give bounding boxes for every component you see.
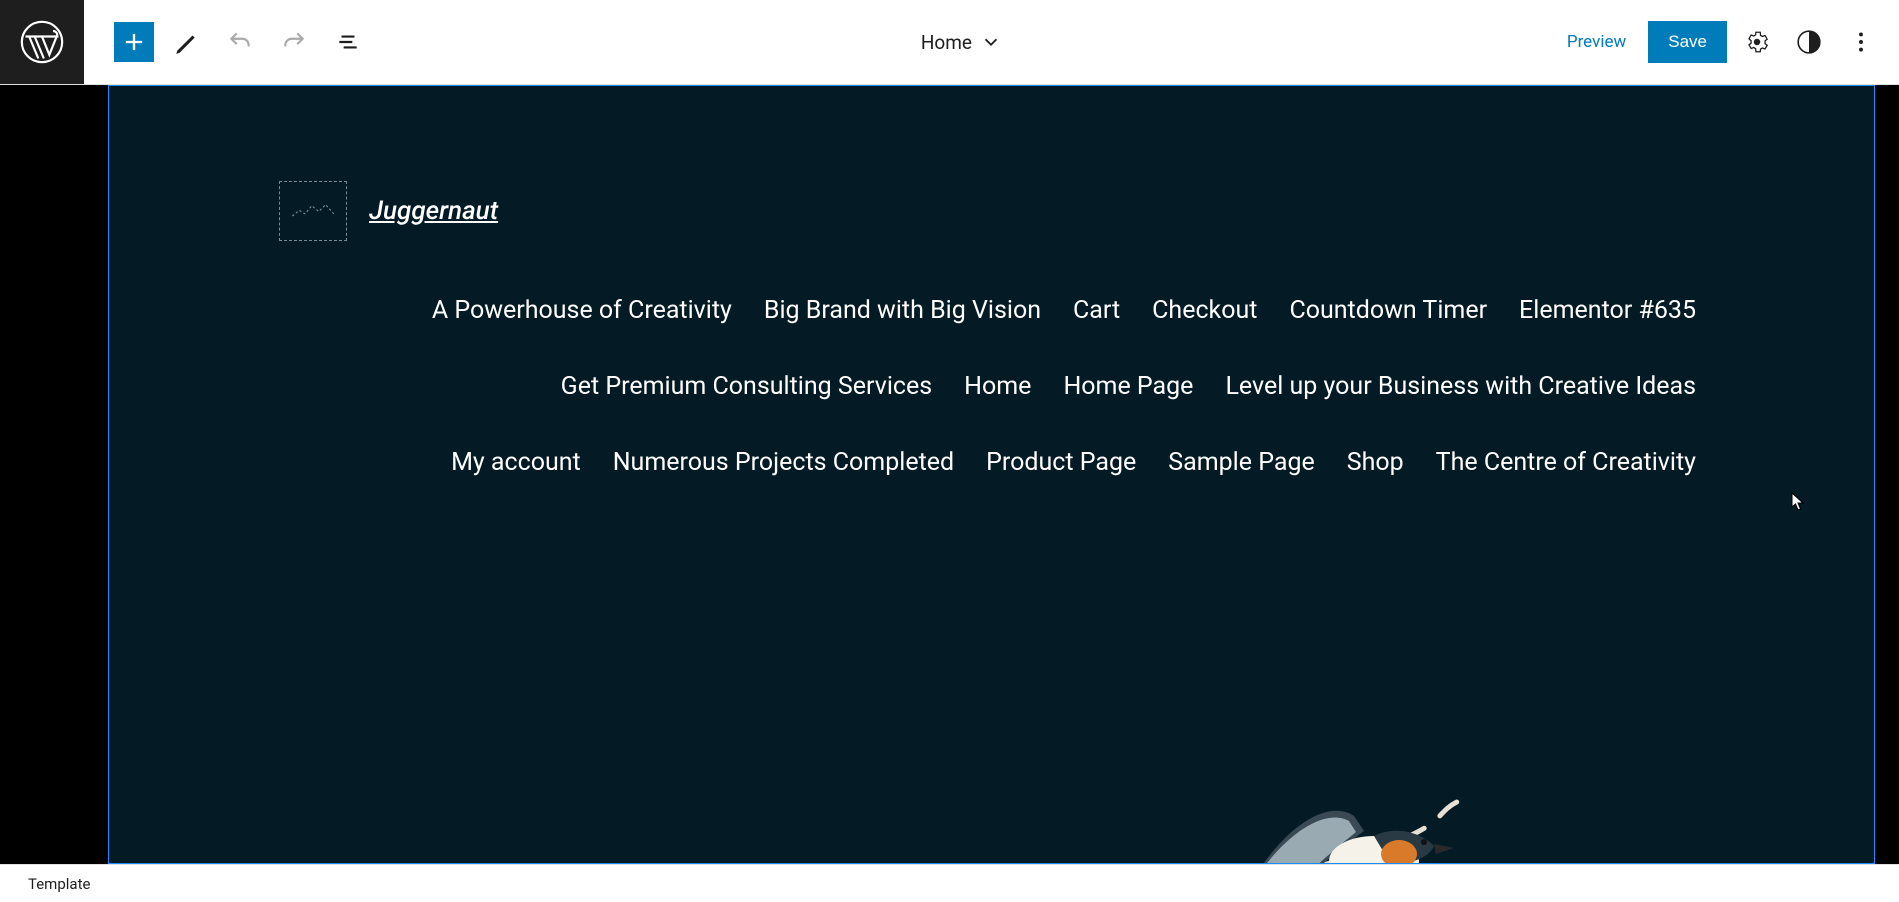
nav-item[interactable]: Level up your Business with Creative Ide… [1225,372,1696,402]
logo-row: Juggernaut [279,181,1826,241]
document-overview-button[interactable] [326,20,370,64]
nav-item[interactable]: Cart [1073,296,1120,326]
nav-item[interactable]: The Centre of Creativity [1436,448,1696,478]
dashed-path-icon [359,776,1724,864]
toolbar-left [84,20,370,64]
nav-item[interactable]: Checkout [1152,296,1257,326]
undo-button[interactable] [218,20,262,64]
nav-item[interactable]: Get Premium Consulting Services [561,372,932,402]
add-block-button[interactable] [114,22,154,62]
nav-item[interactable]: Elementor #635 [1519,296,1696,326]
chevron-down-icon [980,31,1002,53]
wordpress-logo[interactable] [0,0,84,84]
nav-item[interactable]: Shop [1347,448,1404,478]
breadcrumb[interactable]: Template [28,875,90,893]
nav-item[interactable]: Countdown Timer [1289,296,1487,326]
hero-graphic [359,776,1724,864]
document-title-label: Home [921,31,972,54]
editor-canvas[interactable]: Juggernaut A Powerhouse of Creativity Bi… [108,85,1875,864]
toolbar-right: Preview Save [1553,20,1899,64]
nav-item[interactable]: Home [964,372,1031,402]
options-button[interactable] [1839,20,1883,64]
navigation-menu[interactable]: A Powerhouse of Creativity Big Brand wit… [279,296,1826,478]
save-button[interactable]: Save [1648,21,1727,63]
left-rail [0,85,84,864]
nav-item[interactable]: Home Page [1063,372,1193,402]
editor-bottombar: Template [0,864,1899,902]
site-title[interactable]: Juggernaut [369,196,498,226]
styles-button[interactable] [1787,20,1831,64]
nav-item[interactable]: A Powerhouse of Creativity [432,296,732,326]
canvas-area: Juggernaut A Powerhouse of Creativity Bi… [84,85,1899,864]
redo-button[interactable] [272,20,316,64]
nav-item[interactable]: Product Page [986,448,1136,478]
bird-icon [1224,776,1464,864]
nav-item[interactable]: Big Brand with Big Vision [764,296,1041,326]
nav-item[interactable]: Numerous Projects Completed [613,448,954,478]
document-title-dropdown[interactable]: Home [370,31,1553,54]
nav-item[interactable]: My account [451,448,581,478]
editor-topbar: Home Preview Save [0,0,1899,84]
nav-item[interactable]: Sample Page [1168,448,1314,478]
tools-button[interactable] [164,20,208,64]
preview-button[interactable]: Preview [1553,22,1640,62]
settings-button[interactable] [1735,20,1779,64]
site-header: Juggernaut A Powerhouse of Creativity Bi… [109,86,1874,498]
site-logo-placeholder[interactable] [279,181,347,241]
